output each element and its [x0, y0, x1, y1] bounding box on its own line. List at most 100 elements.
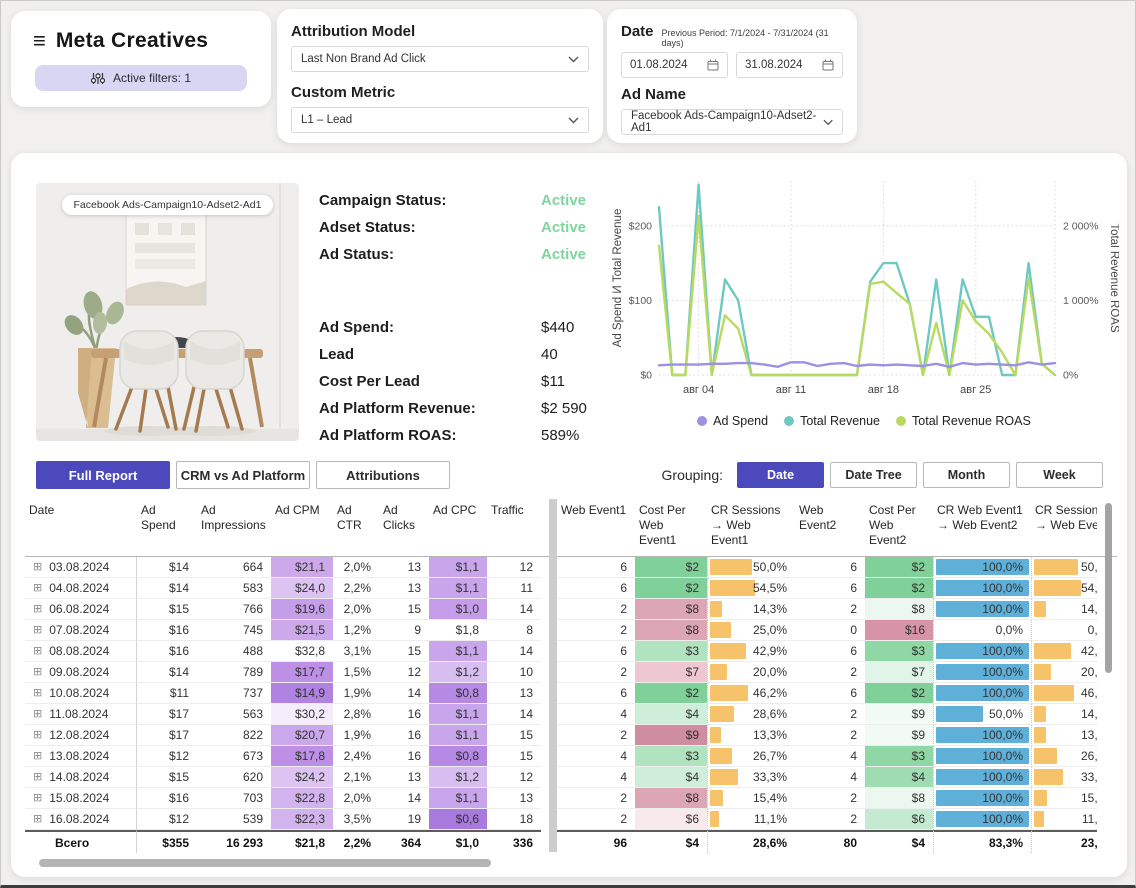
vertical-scrollbar[interactable]	[1105, 503, 1112, 673]
cost-per-web-event1-cell: $9	[635, 725, 707, 746]
filters-icon	[91, 72, 105, 85]
attribution-model-select[interactable]: Last Non Brand Ad Click	[291, 46, 589, 72]
tab-attributions[interactable]: Attributions	[316, 461, 450, 489]
ad-spend-cell: $12	[137, 746, 197, 767]
web-event1-cell: 6	[557, 641, 635, 662]
traffic-cell: 14	[487, 599, 541, 620]
chart-panel: $0$100$2000%1 000%2 000%авг 04авг 11авг …	[609, 169, 1119, 449]
cost-per-web-event1-cell: $8	[635, 599, 707, 620]
column-header[interactable]: Traffic	[487, 499, 541, 556]
expand-row-icon[interactable]: ⊞	[33, 814, 42, 825]
grouping-date-button[interactable]: Date	[737, 462, 824, 488]
expand-row-icon[interactable]: ⊞	[33, 562, 42, 573]
date-cell: ⊞15.08.2024	[25, 788, 137, 809]
expand-row-icon[interactable]: ⊞	[33, 604, 42, 615]
date-cell: ⊞12.08.2024	[25, 725, 137, 746]
custom-metric-select[interactable]: L1 – Lead	[291, 107, 589, 133]
expand-row-icon[interactable]: ⊞	[33, 730, 42, 741]
date-to-input[interactable]: 31.08.2024	[736, 52, 843, 78]
grouping-label: Grouping:	[662, 467, 723, 483]
ad-clicks-cell: 9	[379, 620, 429, 641]
cost-per-lead-label: Cost Per Lead	[319, 373, 541, 390]
expand-row-icon[interactable]: ⊞	[33, 709, 42, 720]
cr-sessions-web-event2-cell: 50,0%	[1031, 557, 1097, 578]
expand-row-icon[interactable]: ⊞	[33, 688, 42, 699]
expand-row-icon[interactable]: ⊞	[33, 772, 42, 783]
cr-sessions-web-event2-cell: 0,0%	[1031, 620, 1097, 641]
column-header[interactable]: Ad CPM	[271, 499, 333, 556]
column-header[interactable]: Ad Spend	[137, 499, 197, 556]
web-event2-cell: 80	[795, 830, 865, 853]
column-header[interactable]: Cost Per Web Event2	[865, 499, 933, 548]
column-header[interactable]: Cost Per Web Event1	[635, 499, 707, 548]
cost-per-web-event2-cell: $3	[865, 746, 933, 767]
grouping-date-tree-button[interactable]: Date Tree	[830, 462, 917, 488]
column-header[interactable]: Ad Impressions	[197, 499, 271, 556]
cost-per-lead-value: $11	[541, 373, 565, 390]
ad-clicks-cell: 15	[379, 599, 429, 620]
cr-sessions-web-event1-cell: 42,9%	[707, 641, 795, 662]
table-row: ⊞11.08.2024$17563$30,22,8%16$1,1144$428,…	[25, 704, 1117, 725]
date-cell: ⊞13.08.2024	[25, 746, 137, 767]
cr-sessions-web-event1-cell: 26,7%	[707, 746, 795, 767]
date-cell: ⊞10.08.2024	[25, 683, 137, 704]
expand-row-icon[interactable]: ⊞	[33, 751, 42, 762]
traffic-cell: 336	[487, 830, 541, 853]
cr-web-event1-web-event2-cell: 100,0%	[933, 725, 1031, 746]
legend-item-total-revenue[interactable]: Total Revenue	[784, 414, 880, 428]
legend-item-total-revenue-roas[interactable]: Total Revenue ROAS	[896, 414, 1031, 428]
ad-cpc-cell: $1,2	[429, 662, 487, 683]
expand-row-icon[interactable]: ⊞	[33, 793, 42, 804]
calendar-icon[interactable]	[707, 59, 719, 71]
orange-bar	[710, 748, 732, 764]
calendar-icon[interactable]	[822, 59, 834, 71]
ad-clicks-cell: 14	[379, 683, 429, 704]
grouping-week-button[interactable]: Week	[1016, 462, 1103, 488]
ad-spend-cell: $355	[137, 830, 197, 853]
ad-cpm-cell: $22,3	[271, 809, 333, 830]
tab-crm-vs-ad-platform[interactable]: CRM vs Ad Platform	[176, 461, 310, 489]
campaign-status-value: Active	[541, 192, 586, 209]
orange-bar	[710, 622, 731, 638]
ad-ctr-cell: 1,2%	[333, 620, 379, 641]
ad-clicks-cell: 16	[379, 746, 429, 767]
date-from-input[interactable]: 01.08.2024	[621, 52, 728, 78]
active-filters-button[interactable]: Active filters: 1	[35, 65, 247, 91]
ad-impressions-cell: 766	[197, 599, 271, 620]
expand-row-icon[interactable]: ⊞	[33, 667, 42, 678]
legend-item-ad-spend[interactable]: Ad Spend	[697, 414, 768, 428]
expand-row-icon[interactable]: ⊞	[33, 646, 42, 657]
column-header[interactable]: Ad CPC	[429, 499, 487, 556]
tab-full-report[interactable]: Full Report	[36, 461, 170, 489]
ad-clicks-cell: 19	[379, 809, 429, 830]
orange-bar	[1034, 580, 1081, 596]
column-header[interactable]: Web Event1	[557, 499, 635, 548]
column-header[interactable]: Date	[25, 499, 137, 556]
cost-per-web-event1-cell: $4	[635, 704, 707, 725]
column-header[interactable]: CR Sessions → Web Event1	[707, 499, 795, 548]
ad-ctr-cell: 2,8%	[333, 704, 379, 725]
column-header[interactable]: CR Web Event1 → Web Event2	[933, 499, 1031, 548]
ad-cpc-cell: $0,8	[429, 746, 487, 767]
hamburger-menu-icon[interactable]: ≡	[33, 30, 46, 52]
legend-label: Total Revenue ROAS	[912, 414, 1031, 428]
orange-bar	[710, 643, 746, 659]
cr-web-event1-web-event2-cell: 100,0%	[933, 557, 1031, 578]
expand-row-icon[interactable]: ⊞	[33, 625, 42, 636]
grouping-month-button[interactable]: Month	[923, 462, 1010, 488]
adset-status-value: Active	[541, 219, 586, 236]
column-header[interactable]: CR Sessions → Web Event2	[1031, 499, 1097, 548]
column-header[interactable]: Ad CTR	[333, 499, 379, 556]
web-event1-cell: 6	[557, 557, 635, 578]
orange-bar	[1034, 706, 1046, 722]
horizontal-scrollbar[interactable]	[39, 859, 491, 867]
orange-bar	[1034, 790, 1047, 806]
column-header[interactable]: Ad Clicks	[379, 499, 429, 556]
ad-spend-cell: $16	[137, 788, 197, 809]
ad-spend-cell: $14	[137, 662, 197, 683]
column-header[interactable]: Web Event2	[795, 499, 865, 548]
expand-row-icon[interactable]: ⊞	[33, 583, 42, 594]
ad-name-select[interactable]: Facebook Ads-Campaign10-Adset2-Ad1	[621, 109, 843, 135]
metric-row: Ad Spend:$440	[319, 314, 617, 341]
web-event1-cell: 2	[557, 662, 635, 683]
